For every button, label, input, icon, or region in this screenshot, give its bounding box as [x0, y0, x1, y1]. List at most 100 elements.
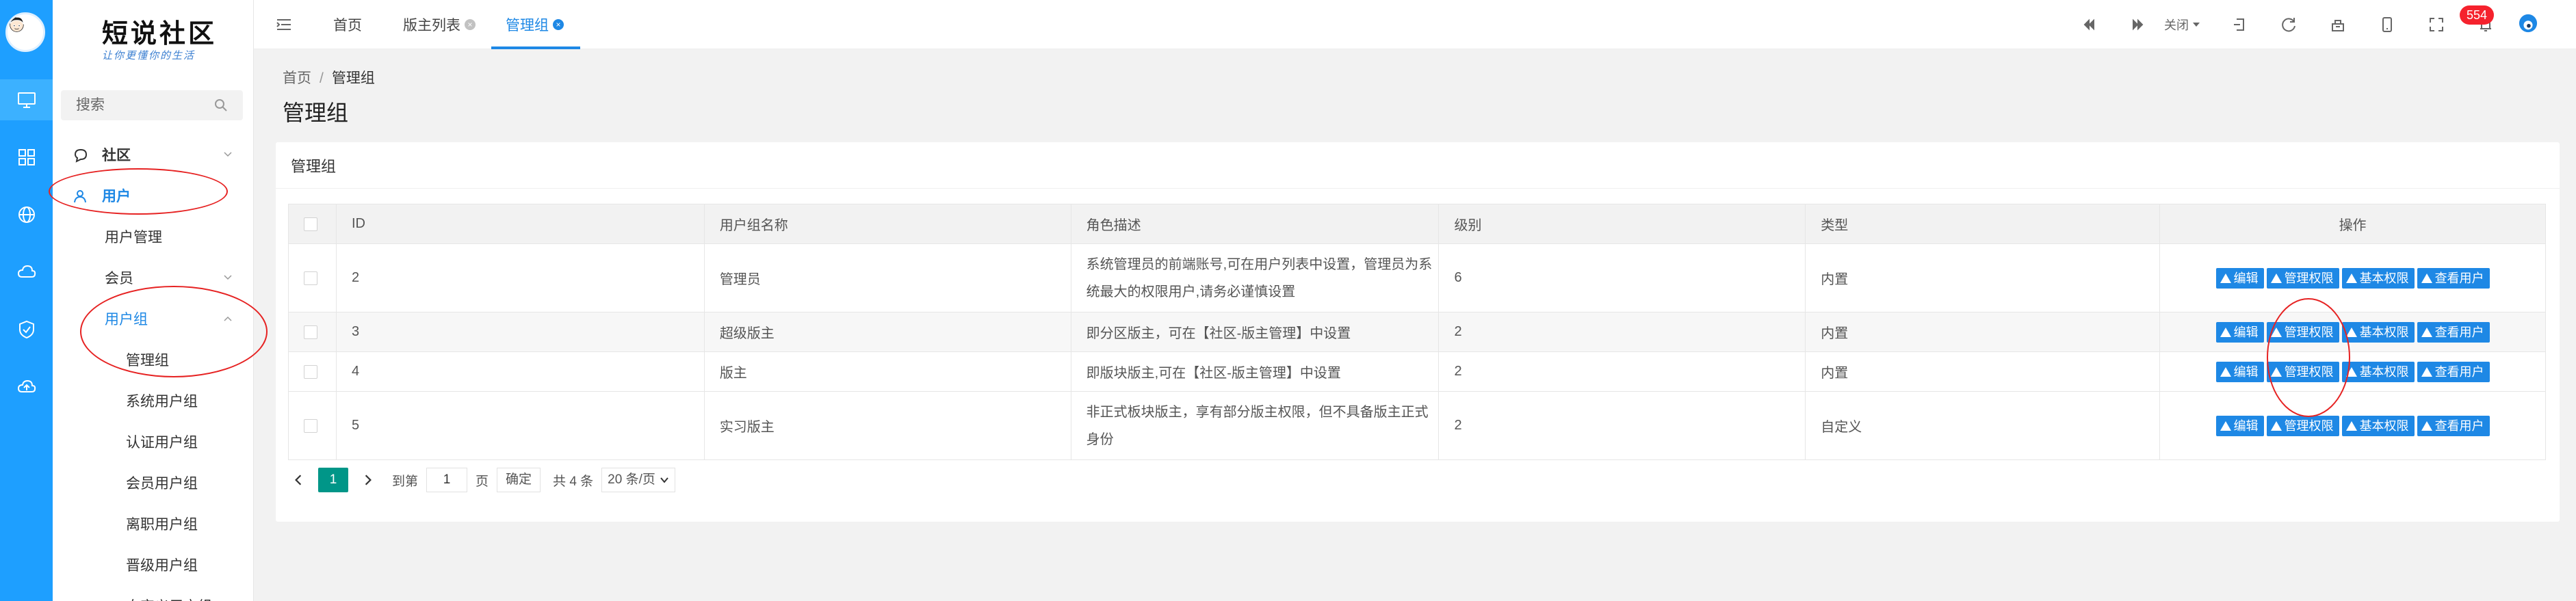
sidebar-item-label: 用户	[102, 189, 131, 204]
search-icon[interactable]	[214, 98, 228, 112]
goto-confirm-button[interactable]: 确定	[497, 468, 541, 492]
user-avatar-icon[interactable]	[2519, 14, 2538, 33]
rail-shield-icon[interactable]	[0, 309, 53, 350]
tab-close-icon[interactable]: ×	[465, 19, 476, 30]
view-users-button[interactable]: 查看用户	[2417, 361, 2490, 382]
view-users-button[interactable]: 查看用户	[2417, 415, 2490, 436]
warning-icon	[2220, 327, 2231, 337]
sidebar-item-label: 认证用户组	[126, 435, 198, 451]
tab-prev-icon[interactable]	[2079, 15, 2098, 34]
sidebar-item-label: 管理组	[126, 353, 169, 369]
tab-moderator-list[interactable]: 版主列表 ×	[403, 0, 476, 49]
prev-page-icon[interactable]	[288, 470, 309, 490]
tab-close-icon[interactable]: ×	[553, 19, 564, 30]
side-menu: 短说社区 让你更懂你的生活 社区 用户 用户管理 会员 用户组 管理组 系统用户…	[49, 0, 268, 601]
warning-icon	[2345, 366, 2357, 377]
view-users-button[interactable]: 查看用户	[2417, 321, 2490, 343]
chevron-down-icon	[224, 275, 232, 280]
edit-button[interactable]: 编辑	[2215, 415, 2264, 436]
edit-button[interactable]: 编辑	[2215, 361, 2264, 382]
sidebar-item-resigned-group[interactable]: 离职用户组	[53, 503, 254, 544]
table-row: 3 超级版主 即分区版主，可在【社区-版主管理】中设置 2 内置 编辑 管理权限 基…	[288, 312, 2546, 352]
sidebar-item-promotion-group[interactable]: 晋级用户组	[53, 544, 254, 585]
cell-type: 内置	[1805, 243, 2161, 312]
button-label: 管理权限	[2284, 325, 2334, 339]
warning-icon	[2421, 366, 2432, 377]
warning-icon	[2270, 273, 2282, 283]
cell-id: 5	[335, 391, 705, 460]
manage-permissions-button[interactable]: 管理权限	[2266, 415, 2339, 436]
breadcrumb-current: 管理组	[331, 70, 375, 86]
rail-cloud-icon[interactable]	[0, 252, 53, 293]
tab-label: 首页	[333, 18, 362, 34]
basic-permissions-button[interactable]: 基本权限	[2341, 361, 2415, 382]
goto-page-input[interactable]	[426, 468, 468, 492]
tab-next-icon[interactable]	[2129, 15, 2148, 34]
sidebar-item-community[interactable]: 社区	[53, 134, 254, 175]
sidebar-item-membership[interactable]: 会员	[53, 257, 254, 298]
warning-icon	[2421, 327, 2432, 337]
view-users-button[interactable]: 查看用户	[2417, 267, 2490, 289]
cell-level: 2	[1438, 391, 1806, 460]
edit-button[interactable]: 编辑	[2215, 321, 2264, 343]
page-size-select[interactable]: 20 条/页	[601, 468, 675, 492]
rail-monitor-icon[interactable]	[0, 79, 53, 120]
next-page-icon[interactable]	[358, 470, 378, 490]
sidebar-item-admin-group[interactable]: 管理组	[53, 339, 254, 380]
row-checkbox[interactable]	[304, 325, 317, 339]
manage-permissions-button[interactable]: 管理权限	[2266, 361, 2339, 382]
sidebar-item-custom-group[interactable]: 自定义用户组	[53, 585, 254, 601]
current-page-button[interactable]: 1	[318, 468, 348, 492]
tab-home[interactable]: 首页	[333, 0, 362, 49]
select-all-checkbox[interactable]	[304, 217, 317, 231]
page-title: 管理组	[283, 101, 349, 125]
tab-admin-group[interactable]: 管理组 ×	[506, 0, 564, 49]
manage-permissions-button[interactable]: 管理权限	[2266, 267, 2339, 289]
manage-permissions-button[interactable]: 管理权限	[2266, 321, 2339, 343]
page-unit-label: 页	[476, 474, 489, 489]
warning-icon	[2270, 366, 2282, 377]
clear-cache-icon[interactable]	[2328, 15, 2347, 34]
sidebar-item-user-group[interactable]: 用户组	[53, 298, 254, 339]
search-box[interactable]	[61, 90, 243, 120]
refresh-icon[interactable]	[2279, 15, 2298, 34]
rail-globe-icon[interactable]	[0, 194, 53, 235]
basic-permissions-button[interactable]: 基本权限	[2341, 267, 2415, 289]
edit-button[interactable]: 编辑	[2215, 267, 2264, 289]
sidebar-item-verified-group[interactable]: 认证用户组	[53, 421, 254, 462]
button-label: 基本权限	[2359, 325, 2409, 339]
row-checkbox[interactable]	[304, 364, 317, 379]
cell-type: 内置	[1805, 312, 2161, 352]
sidebar-item-label: 会员用户组	[126, 476, 198, 492]
close-tabs-dropdown[interactable]: 关闭	[2164, 0, 2201, 49]
sidebar-item-member-group[interactable]: 会员用户组	[53, 462, 254, 503]
row-checkbox[interactable]	[304, 418, 317, 433]
pagination: 1 到第 页 确定 共 4 条 20 条/页	[288, 466, 675, 494]
basic-permissions-button[interactable]: 基本权限	[2341, 321, 2415, 343]
basic-permissions-button[interactable]: 基本权限	[2341, 415, 2415, 436]
row-select-cell	[288, 351, 337, 392]
breadcrumb: 首页 / 管理组	[283, 67, 375, 88]
cell-actions: 编辑 管理权限 基本权限 查看用户	[2159, 243, 2546, 312]
cell-actions: 编辑 管理权限 基本权限 查看用户	[2159, 391, 2546, 460]
fullscreen-icon[interactable]	[2427, 15, 2446, 34]
sidebar-item-user[interactable]: 用户	[53, 175, 254, 216]
breadcrumb-home[interactable]: 首页	[283, 70, 311, 86]
row-checkbox[interactable]	[304, 271, 317, 285]
exit-icon[interactable]	[2230, 15, 2249, 34]
menu-toggle-icon[interactable]	[274, 15, 294, 34]
button-label: 管理权限	[2284, 364, 2334, 379]
sidebar-item-user-management[interactable]: 用户管理	[53, 216, 254, 257]
cell-id: 3	[335, 312, 705, 352]
row-select-cell	[288, 391, 337, 460]
mobile-preview-icon[interactable]	[2378, 15, 2397, 34]
warning-icon	[2421, 420, 2432, 431]
rail-cloud-upload-icon[interactable]	[0, 366, 53, 408]
rail-grid-icon[interactable]	[0, 137, 53, 178]
button-label: 基本权限	[2359, 364, 2409, 379]
content-card: 管理组 ID 用户组名称 角色描述 级别 类型 操作 2 管理员 系统管理员的前…	[276, 142, 2560, 522]
warning-icon	[2270, 420, 2282, 431]
avatar[interactable]	[5, 12, 45, 52]
row-select-cell	[288, 312, 337, 352]
sidebar-item-system-group[interactable]: 系统用户组	[53, 380, 254, 421]
